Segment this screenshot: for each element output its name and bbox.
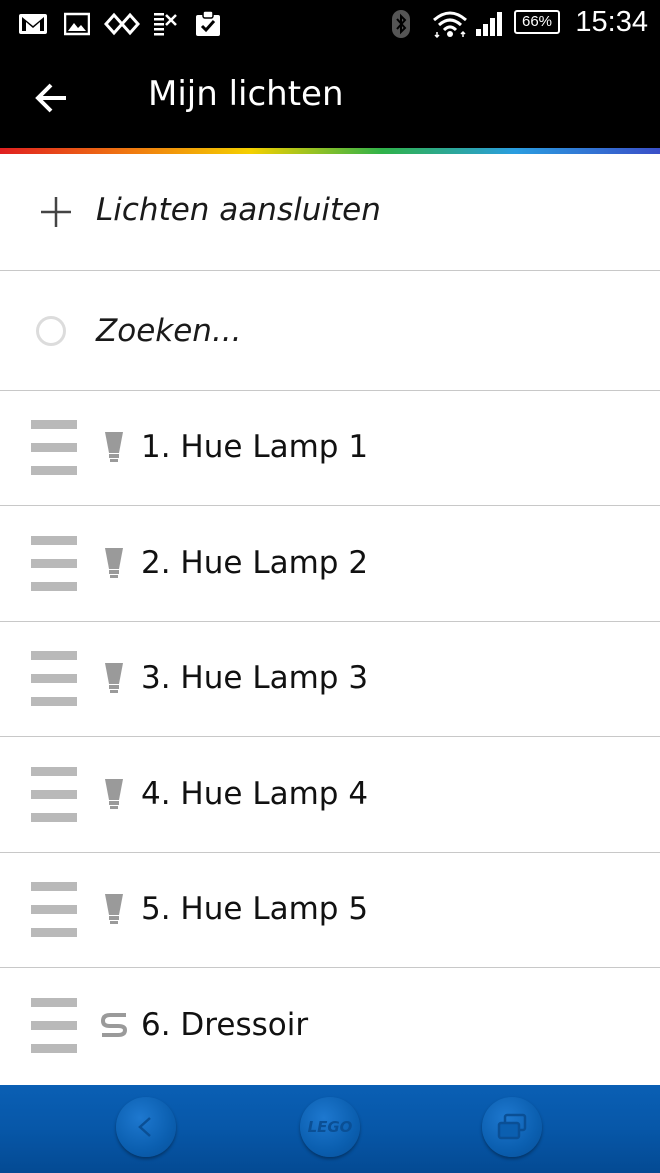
- light-name: 5. Hue Lamp 5: [141, 891, 369, 927]
- clipboard-check-icon: [194, 10, 222, 38]
- light-row[interactable]: 2. Hue Lamp 2: [0, 506, 660, 622]
- light-row[interactable]: 1. Hue Lamp 1: [0, 391, 660, 506]
- light-name: 3. Hue Lamp 3: [141, 660, 369, 696]
- light-row[interactable]: 6. Dressoir: [0, 968, 660, 1085]
- search-label: Zoeken...: [96, 313, 242, 349]
- light-name: 6. Dressoir: [141, 1007, 309, 1043]
- light-row[interactable]: 4. Hue Lamp 4: [0, 737, 660, 853]
- bulb-icon: [104, 778, 124, 810]
- bluetooth-icon: [390, 10, 412, 38]
- system-nav-bar: LEGO: [0, 1085, 660, 1173]
- clock: 15:34: [575, 6, 648, 38]
- loading-spinner-icon: [36, 316, 66, 346]
- signal-icon: [474, 10, 504, 38]
- lightstrip-icon: [100, 1012, 128, 1044]
- light-name: 1. Hue Lamp 1: [141, 429, 369, 465]
- recent-apps-button[interactable]: [482, 1097, 542, 1157]
- light-name: 2. Hue Lamp 2: [141, 545, 369, 581]
- recent-apps-icon: [497, 1113, 527, 1140]
- plus-icon: [40, 196, 72, 228]
- bulb-icon: [104, 893, 124, 925]
- search-lights-row[interactable]: Zoeken...: [0, 271, 660, 391]
- connect-lights-button[interactable]: Lichten aansluiten: [0, 154, 660, 271]
- image-icon: [64, 10, 90, 38]
- connect-lights-label: Lichten aansluiten: [96, 192, 381, 228]
- status-bar: 66% 15:34: [0, 0, 660, 48]
- gmail-icon: [18, 10, 48, 38]
- back-arrow-icon[interactable]: [34, 80, 70, 116]
- battery-level: 66%: [521, 13, 553, 30]
- drag-handle-icon[interactable]: [31, 420, 77, 476]
- page-title: Mijn lichten: [148, 74, 344, 114]
- app-toolbar: Mijn lichten: [0, 48, 660, 148]
- nav-back-button[interactable]: [116, 1097, 176, 1157]
- drag-handle-icon[interactable]: [31, 767, 77, 823]
- bulb-icon: [104, 547, 124, 579]
- drag-handle-icon[interactable]: [31, 882, 77, 938]
- bulb-icon: [104, 662, 124, 694]
- home-button[interactable]: LEGO: [300, 1097, 360, 1157]
- bulb-icon: [104, 431, 124, 463]
- drag-handle-icon[interactable]: [31, 651, 77, 707]
- wifi-icon: [432, 10, 468, 38]
- light-row[interactable]: 5. Hue Lamp 5: [0, 853, 660, 968]
- battery-icon: 66%: [514, 10, 560, 34]
- sim-icon: [152, 10, 178, 38]
- drag-handle-icon[interactable]: [31, 998, 77, 1054]
- drag-handle-icon[interactable]: [31, 536, 77, 592]
- nav-back-icon: [138, 1117, 151, 1137]
- light-row[interactable]: 3. Hue Lamp 3: [0, 622, 660, 737]
- sync-icon: [104, 10, 140, 38]
- home-icon: LEGO: [307, 1118, 353, 1136]
- light-name: 4. Hue Lamp 4: [141, 776, 369, 812]
